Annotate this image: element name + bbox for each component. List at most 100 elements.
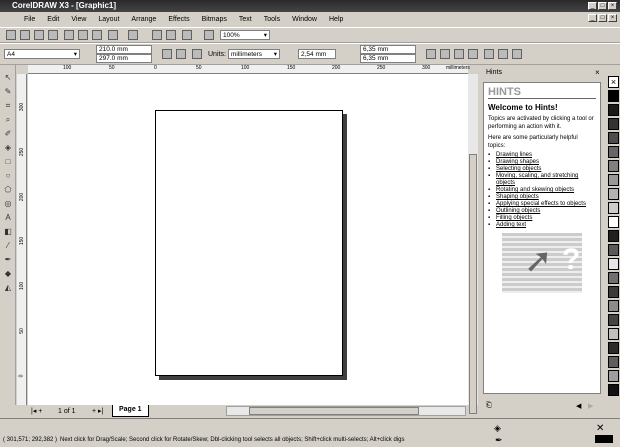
text-tool-icon[interactable]: A [3,213,13,223]
color-swatch[interactable] [608,160,619,172]
maximize-button[interactable]: □ [598,2,607,10]
topic-link[interactable]: Drawing shapes [488,159,596,166]
scroll-thumb[interactable] [249,407,419,415]
redo-icon[interactable] [128,30,138,40]
menu-layout[interactable]: Layout [92,16,125,23]
color-swatch[interactable] [608,146,619,158]
color-swatch[interactable] [608,230,619,242]
color-swatch[interactable] [608,384,619,396]
welcome-screen-icon[interactable] [204,30,214,40]
zoom-level-select[interactable]: 100% ▾ [220,30,270,40]
draw-on-top-icon[interactable] [498,49,508,59]
color-swatch[interactable] [608,244,619,256]
doc-minimize-button[interactable]: _ [588,14,597,22]
horizontal-scrollbar[interactable] [226,406,466,416]
save-icon[interactable] [34,30,44,40]
snap-objects-icon[interactable] [454,49,464,59]
next-hint-icon[interactable]: ▶ [588,402,593,410]
color-swatch[interactable] [608,258,619,270]
topic-link[interactable]: Selecting objects [488,166,596,173]
polygon-tool-icon[interactable]: ⬠ [3,185,13,195]
cut-icon[interactable] [64,30,74,40]
color-swatch[interactable] [608,286,619,298]
topic-link[interactable]: Applying special effects to objects [488,201,596,208]
interactive-blend-tool-icon[interactable]: ◧ [3,227,13,237]
zoom-tool-icon[interactable]: ⌕ [3,115,13,125]
menu-view[interactable]: View [65,16,92,23]
vertical-scrollbar[interactable] [468,74,478,414]
horizontal-ruler[interactable]: 100 50 0 50 100 150 200 250 300 millimet… [28,65,470,74]
paper-width-input[interactable]: 210.0 mm [96,45,152,54]
snap-grid-icon[interactable] [426,49,436,59]
basic-shapes-tool-icon[interactable]: ◎ [3,199,13,209]
smart-fill-tool-icon[interactable]: ◈ [3,143,13,153]
duplicate-x-input[interactable]: 6,35 mm [360,45,416,54]
import-icon[interactable] [152,30,162,40]
close-icon[interactable]: × [595,68,600,77]
tab-page-1[interactable]: Page 1 [112,405,149,417]
new-icon[interactable] [6,30,16,40]
last-page-button[interactable]: + ▸| [92,407,103,415]
paste-icon[interactable] [92,30,102,40]
outline-tool-icon[interactable]: ✒ [3,255,13,265]
menu-window[interactable]: Window [286,16,323,23]
interactive-fill-tool-icon[interactable]: ◭ [3,283,13,293]
color-swatch[interactable] [608,216,619,228]
treat-as-filled-icon[interactable] [484,49,494,59]
color-swatch[interactable] [608,356,619,368]
eyedropper-tool-icon[interactable]: ⁄ [3,241,13,251]
topic-link[interactable]: Moving, scaling, and stretching objects [488,173,596,187]
topic-link[interactable]: Outlining objects [488,208,596,215]
color-swatch[interactable] [608,132,619,144]
topic-link[interactable]: Shaping objects [488,194,596,201]
menu-text[interactable]: Text [233,16,258,23]
fill-tool-icon[interactable]: ◆ [3,269,13,279]
menu-edit[interactable]: Edit [41,16,65,23]
duplicate-y-input[interactable]: 6,35 mm [360,54,416,63]
options-icon[interactable] [512,49,522,59]
freehand-tool-icon[interactable]: ✐ [3,129,13,139]
color-swatch[interactable] [608,272,619,284]
no-color-swatch[interactable]: × [608,76,619,88]
minimize-button[interactable]: _ [588,2,597,10]
color-swatch[interactable] [608,370,619,382]
color-swatch[interactable] [608,90,619,102]
menu-file[interactable]: File [18,16,41,23]
color-swatch[interactable] [608,174,619,186]
paper-type-select[interactable]: A4 ▾ [4,49,80,59]
color-swatch[interactable] [608,104,619,116]
previous-hint-icon[interactable]: ◀ [576,402,581,410]
units-select[interactable]: millimeters ▾ [228,49,280,59]
color-swatch[interactable] [608,300,619,312]
color-swatch[interactable] [608,328,619,340]
portrait-icon[interactable] [162,49,172,59]
scroll-thumb[interactable] [469,154,477,414]
color-swatch[interactable] [608,188,619,200]
topic-link[interactable]: Drawing lines [488,152,596,159]
color-swatch[interactable] [608,342,619,354]
menu-tools[interactable]: Tools [258,16,286,23]
copy-icon[interactable] [78,30,88,40]
doc-restore-button[interactable]: □ [598,14,607,22]
shape-tool-icon[interactable]: ✎ [3,87,13,97]
color-swatch[interactable] [608,202,619,214]
hints-back-icon[interactable]: ⎗ [486,402,492,410]
application-launcher-icon[interactable] [182,30,192,40]
ellipse-tool-icon[interactable]: ○ [3,171,13,181]
paper-height-input[interactable]: 297.0 mm [96,54,152,63]
menu-arrange[interactable]: Arrange [125,16,162,23]
topic-link[interactable]: Rotating and skewing objects [488,187,596,194]
open-icon[interactable] [20,30,30,40]
print-icon[interactable] [48,30,58,40]
color-swatch[interactable] [608,314,619,326]
document-page[interactable] [155,110,343,376]
topic-link[interactable]: Filling objects [488,215,596,222]
nudge-offset-input[interactable]: 2,54 mm [298,49,336,59]
dynamic-guides-icon[interactable] [468,49,478,59]
pick-tool-icon[interactable]: ↖ [3,73,13,83]
close-button[interactable]: × [608,2,617,10]
menu-help[interactable]: Help [323,16,349,23]
landscape-icon[interactable] [176,49,186,59]
color-swatch[interactable] [608,118,619,130]
export-icon[interactable] [166,30,176,40]
